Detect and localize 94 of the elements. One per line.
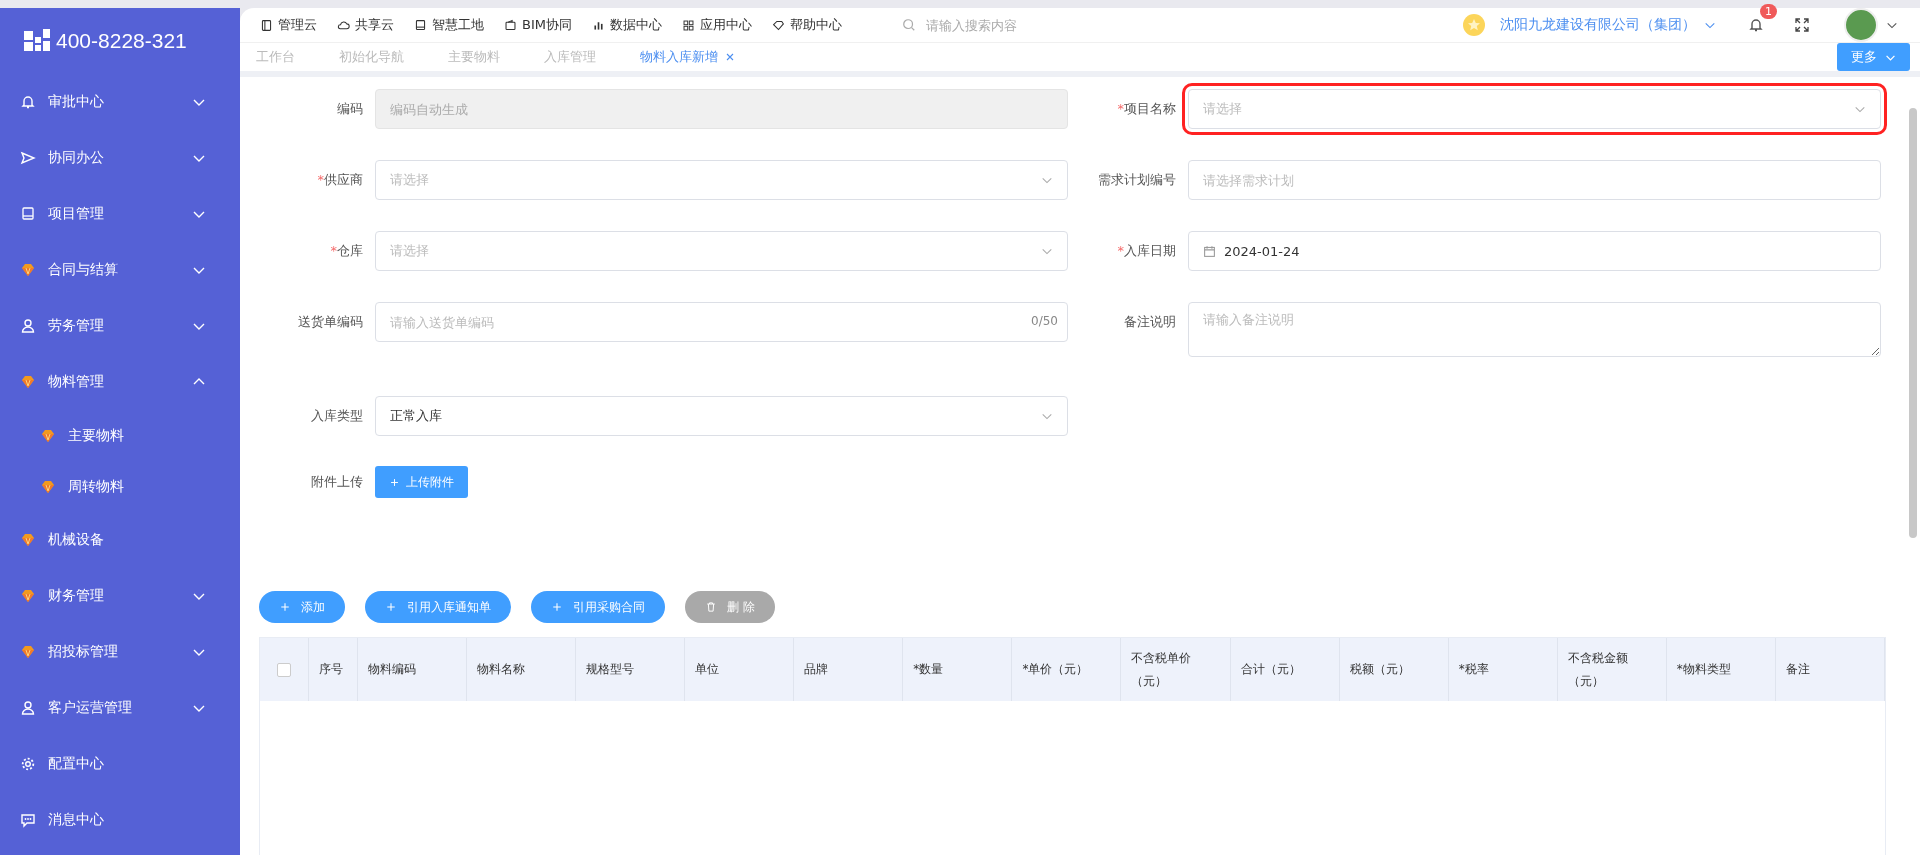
plus-icon bbox=[551, 601, 563, 613]
hotline-number: 400-8228-321 bbox=[56, 29, 187, 53]
plus-icon bbox=[389, 476, 400, 488]
field-label: *仓库 bbox=[329, 242, 363, 260]
field-label: 备注说明 bbox=[1123, 313, 1176, 331]
tab[interactable]: 物料入库新增 bbox=[640, 48, 734, 66]
date-field[interactable]: 2024-01-24 bbox=[1188, 231, 1881, 271]
field-label: *项目名称 bbox=[1116, 100, 1176, 118]
sidebar-item[interactable]: 审批中心 bbox=[0, 74, 240, 130]
fullscreen-icon[interactable] bbox=[1794, 17, 1810, 33]
select-field[interactable]: 正常入库 bbox=[375, 396, 1068, 436]
sidebar-subitem[interactable]: 主要物料 bbox=[0, 410, 240, 461]
sidebar-item[interactable]: 合同与结算 bbox=[0, 242, 240, 298]
document-icon bbox=[260, 18, 273, 32]
calendar-icon bbox=[1203, 244, 1216, 258]
sidebar-item[interactable]: 招投标管理 bbox=[0, 624, 240, 680]
column-header: 物料编码 bbox=[368, 661, 416, 679]
chat-icon bbox=[20, 812, 36, 828]
avatar[interactable] bbox=[1844, 8, 1878, 42]
column-header: 品牌 bbox=[804, 661, 829, 679]
top-nav-link[interactable]: BIM协同 bbox=[504, 16, 572, 34]
field-label: 送货单编码 bbox=[297, 313, 363, 331]
sidebar-item[interactable]: 物料管理 bbox=[0, 354, 240, 410]
company-selector[interactable]: 沈阳九龙建设有限公司（集团） bbox=[1500, 16, 1696, 34]
column-header: *物料类型 bbox=[1676, 661, 1731, 679]
field-label: 入库类型 bbox=[310, 407, 363, 425]
column-header: 规格型号 bbox=[586, 661, 635, 679]
gem-icon bbox=[40, 427, 56, 444]
sidebar-item[interactable]: 配置中心 bbox=[0, 736, 240, 792]
top-nav-link[interactable]: 管理云 bbox=[260, 16, 317, 34]
column-header: 不含税金额（元） bbox=[1567, 649, 1629, 690]
book-icon bbox=[414, 18, 427, 32]
sidebar-item[interactable]: 协同办公 bbox=[0, 130, 240, 186]
notification-count: 1 bbox=[1760, 4, 1777, 19]
column-header: 备注 bbox=[1785, 661, 1810, 679]
coin-icon bbox=[1462, 13, 1486, 37]
gem-icon bbox=[40, 478, 56, 495]
sidebar-item[interactable]: 消息中心 bbox=[0, 792, 240, 848]
plus-icon bbox=[279, 601, 291, 613]
action-button[interactable]: 引用采购合同 bbox=[531, 591, 665, 623]
book-icon bbox=[20, 206, 36, 222]
settings-icon bbox=[20, 756, 36, 772]
more-button[interactable]: 更多 bbox=[1837, 43, 1910, 71]
user-icon bbox=[20, 318, 36, 334]
column-header: 物料名称 bbox=[477, 661, 526, 679]
gem-icon bbox=[20, 262, 36, 278]
remarks-textarea[interactable]: 请输入备注说明 bbox=[1188, 302, 1881, 357]
input-field[interactable]: 请选择需求计划 bbox=[1188, 160, 1881, 200]
column-header: *数量 bbox=[913, 661, 944, 679]
grid-icon bbox=[681, 18, 695, 32]
column-header: *单价（元） bbox=[1022, 661, 1089, 679]
plus-icon bbox=[385, 601, 397, 613]
search-icon bbox=[901, 18, 916, 32]
sidebar-item[interactable]: 客户运营管理 bbox=[0, 680, 240, 736]
bell-icon[interactable] bbox=[1748, 17, 1764, 33]
gem-icon bbox=[20, 532, 36, 548]
character-counter: 0/50 bbox=[1031, 314, 1058, 328]
wallet-icon bbox=[504, 18, 517, 32]
field-label: *入库日期 bbox=[1116, 242, 1176, 260]
top-nav-link[interactable]: 智慧工地 bbox=[414, 16, 484, 34]
diamond-icon bbox=[771, 18, 785, 32]
sidebar-item[interactable]: 项目管理 bbox=[0, 186, 240, 242]
top-nav-link[interactable]: 应用中心 bbox=[681, 16, 752, 34]
bell-icon bbox=[20, 94, 36, 110]
scrollbar[interactable] bbox=[1909, 108, 1917, 538]
column-header: *税率 bbox=[1458, 661, 1489, 679]
gem-icon bbox=[20, 588, 36, 604]
column-header: 不含税单价（元） bbox=[1131, 649, 1193, 690]
field-label: *供应商 bbox=[316, 171, 363, 189]
trash-icon bbox=[705, 601, 717, 613]
sidebar-subitem[interactable]: 周转物料 bbox=[0, 461, 240, 512]
column-header: 序号 bbox=[319, 661, 343, 679]
send-icon bbox=[20, 150, 36, 166]
field-label: 附件上传 bbox=[310, 473, 363, 491]
field-label: 编码 bbox=[336, 100, 363, 118]
top-nav-link[interactable]: 共享云 bbox=[337, 16, 394, 34]
action-button[interactable]: 引用入库通知单 bbox=[365, 591, 511, 623]
upload-button[interactable]: 上传附件 bbox=[375, 466, 468, 498]
sidebar-item[interactable]: 劳务管理 bbox=[0, 298, 240, 354]
gem-icon bbox=[20, 644, 36, 660]
gem-icon bbox=[20, 374, 36, 390]
close-icon[interactable] bbox=[726, 53, 734, 61]
sidebar-item[interactable]: 机械设备 bbox=[0, 512, 240, 568]
action-button[interactable]: 添加 bbox=[259, 591, 345, 623]
column-header: 合计（元） bbox=[1240, 661, 1301, 679]
column-header: 单位 bbox=[695, 661, 720, 679]
user-icon bbox=[20, 700, 36, 716]
cloud-icon bbox=[337, 18, 350, 32]
field-label: 需求计划编号 bbox=[1097, 171, 1176, 189]
sidebar-item[interactable]: 财务管理 bbox=[0, 568, 240, 624]
select-all-checkbox[interactable] bbox=[277, 662, 291, 677]
column-header: 税额（元） bbox=[1349, 661, 1410, 679]
top-nav-link[interactable]: 数据中心 bbox=[591, 16, 662, 34]
top-nav-link[interactable]: 帮助中心 bbox=[771, 16, 842, 34]
